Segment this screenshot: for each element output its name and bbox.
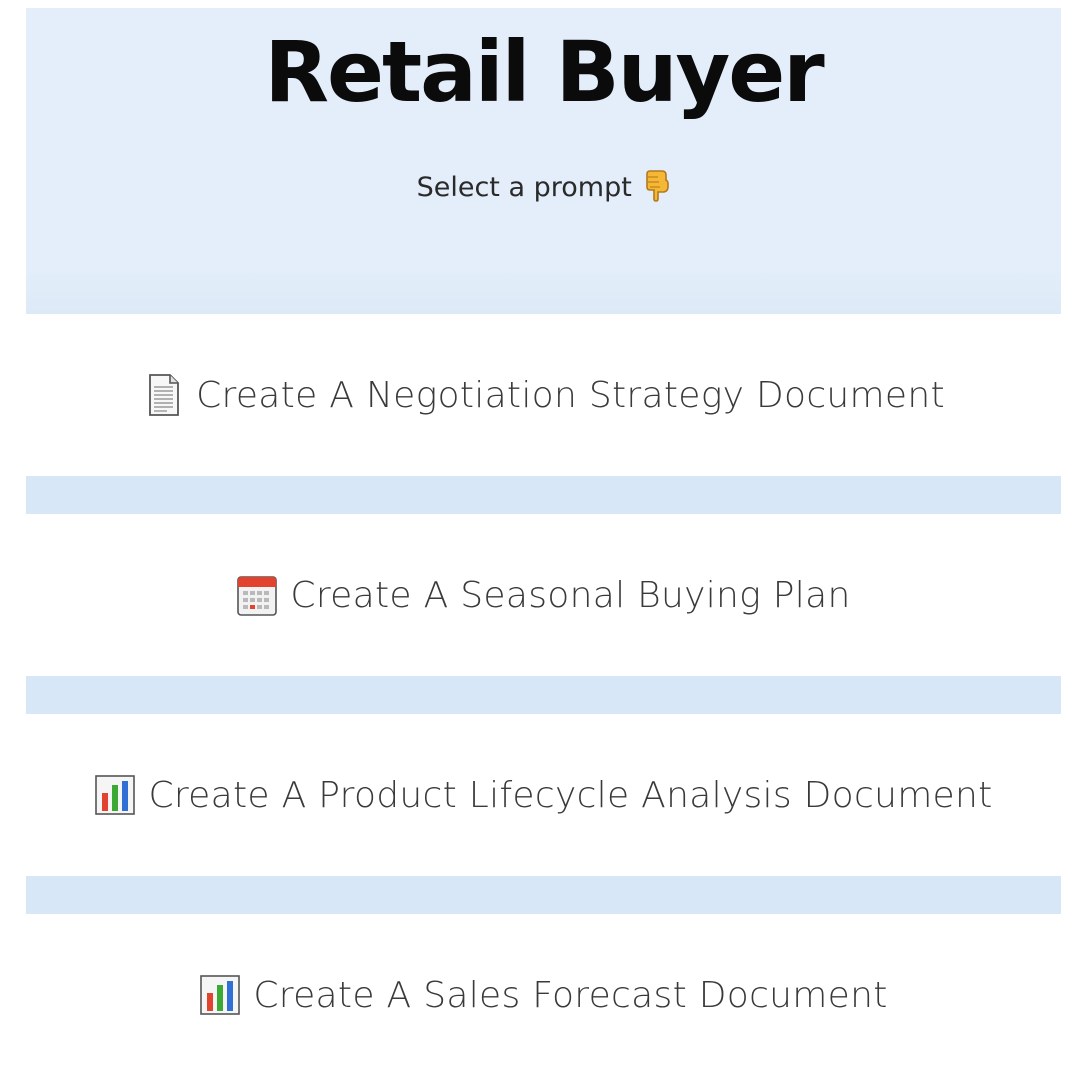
page-title: Retail Buyer [264, 23, 824, 121]
page-document-icon [149, 374, 180, 416]
prompt-label: Create A Sales Forecast Document [253, 974, 888, 1016]
prompt-card-seasonal-buying-plan[interactable]: Create A Seasonal Buying Plan [26, 514, 1061, 676]
subtitle-text: Select a prompt [416, 172, 632, 203]
subtitle: Select a prompt [26, 168, 1061, 208]
header: Retail Buyer Select a prompt [26, 8, 1061, 314]
prompt-card-negotiation-strategy[interactable]: Create A Negotiation Strategy Document [26, 314, 1061, 476]
bar-chart-icon [95, 775, 136, 815]
prompt-label: Create A Seasonal Buying Plan [290, 574, 851, 616]
prompt-card-product-lifecycle-analysis[interactable]: Create A Product Lifecycle Analysis Docu… [26, 714, 1061, 876]
prompt-label: Create A Product Lifecycle Analysis Docu… [148, 774, 993, 816]
backhand-index-pointing-down-icon [646, 170, 670, 202]
prompt-panel: Retail Buyer Select a prompt Create A Ne… [26, 8, 1061, 1076]
calendar-icon [237, 576, 278, 616]
bar-chart-icon [200, 975, 241, 1015]
prompt-card-sales-forecast[interactable]: Create A Sales Forecast Document [26, 914, 1061, 1076]
prompt-label: Create A Negotiation Strategy Document [196, 374, 945, 416]
